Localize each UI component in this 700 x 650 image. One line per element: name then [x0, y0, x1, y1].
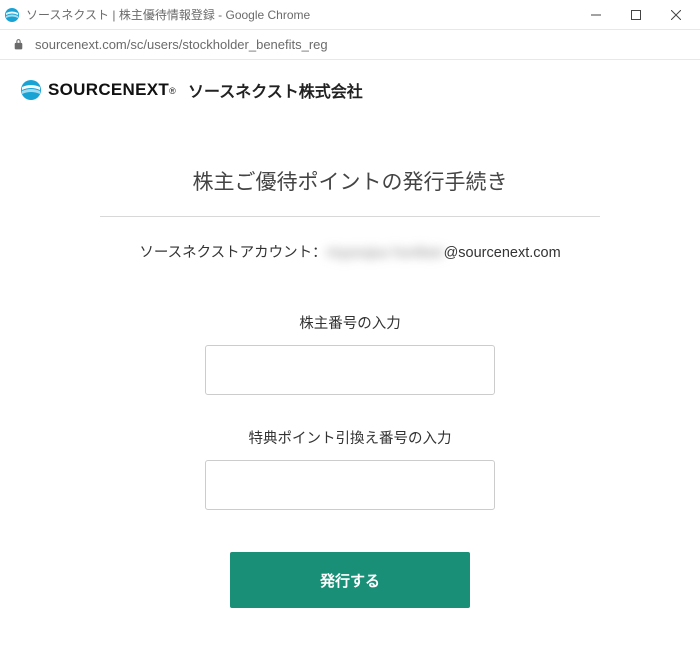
lock-icon: [12, 38, 25, 51]
address-bar[interactable]: sourcenext.com/sc/users/stockholder_bene…: [0, 30, 700, 60]
shareholder-number-group: 株主番号の入力: [100, 312, 600, 395]
logo-text: SOURCENEXT®: [48, 80, 176, 100]
logo-reg-mark: ®: [169, 86, 176, 96]
minimize-button[interactable]: [576, 1, 616, 29]
submit-wrap: 発行する: [100, 552, 600, 608]
account-blurred: myyoujuu hunikan: [327, 245, 444, 261]
page-title: 株主ご優待ポイントの発行手続き: [100, 166, 600, 217]
logo-text-main: SOURCENEXT: [48, 80, 169, 99]
submit-button[interactable]: 発行する: [230, 552, 470, 608]
account-domain: @sourcenext.com: [444, 245, 561, 261]
window-controls: [576, 1, 696, 29]
account-info: ソースネクストアカウント：myyoujuu hunikan@sourcenext…: [100, 241, 600, 262]
company-name: ソースネクスト株式会社: [188, 78, 363, 102]
exchange-number-group: 特典ポイント引換え番号の入力: [100, 427, 600, 510]
logo-icon: [20, 79, 42, 101]
maximize-button[interactable]: [616, 1, 656, 29]
account-label: ソースネクストアカウント：: [139, 245, 326, 261]
shareholder-number-label: 株主番号の入力: [100, 312, 600, 333]
url-text: sourcenext.com/sc/users/stockholder_bene…: [35, 37, 328, 52]
logo[interactable]: SOURCENEXT®: [20, 79, 176, 101]
shareholder-number-input[interactable]: [205, 345, 495, 395]
main-content: 株主ご優待ポイントの発行手続き ソースネクストアカウント：myyoujuu hu…: [0, 116, 700, 608]
close-button[interactable]: [656, 1, 696, 29]
exchange-number-input[interactable]: [205, 460, 495, 510]
page-header: SOURCENEXT® ソースネクスト株式会社: [0, 60, 700, 116]
exchange-number-label: 特典ポイント引換え番号の入力: [100, 427, 600, 448]
favicon: [4, 7, 20, 23]
window-title: ソースネクスト | 株主優待情報登録 - Google Chrome: [26, 6, 576, 23]
window-titlebar: ソースネクスト | 株主優待情報登録 - Google Chrome: [0, 0, 700, 30]
